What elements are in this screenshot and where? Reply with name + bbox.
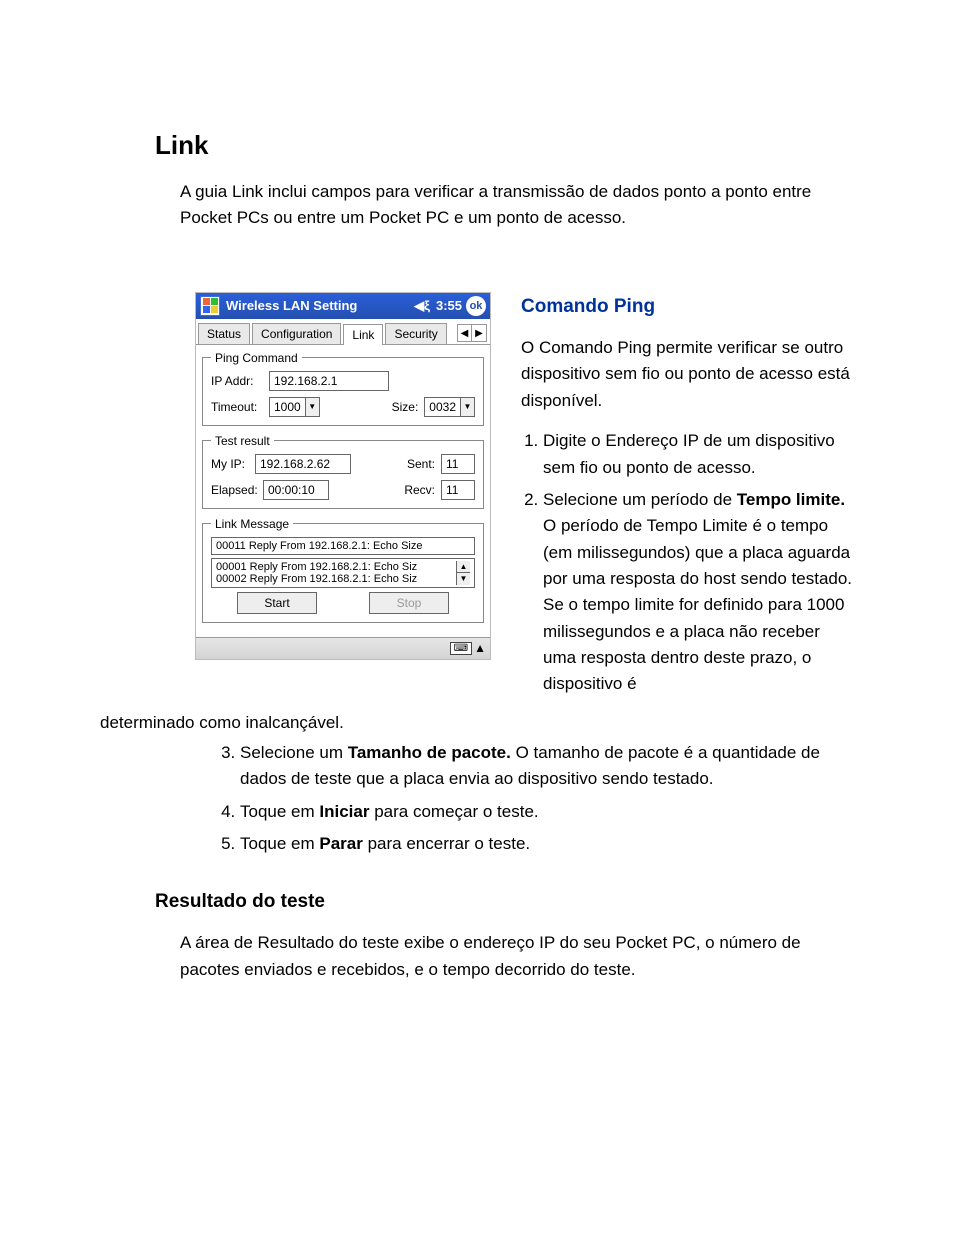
tab-scroll-arrows[interactable]: ◀ ▶ [457,324,487,342]
chevron-down-icon: ▼ [305,398,319,416]
link-message-log[interactable]: 00001 Reply From 192.168.2.1: Echo Siz 0… [211,558,475,588]
test-result-group: Test result My IP: Sent: Elapsed: Recv: [202,434,484,509]
timeout-label: Timeout: [211,400,269,414]
clock-time: 3:55 [436,298,462,313]
step-3: Selecione um Tamanho de pacote. O tamanh… [240,740,854,793]
windows-logo-icon [200,296,220,316]
ip-addr-label: IP Addr: [211,374,269,388]
step-4: Toque em Iniciar para começar o teste. [240,799,854,825]
test-result-legend: Test result [211,434,274,448]
link-message-group: Link Message 00011 Reply From 192.168.2.… [202,517,484,623]
log-line: 00001 Reply From 192.168.2.1: Echo Siz [216,561,456,573]
link-message-legend: Link Message [211,517,293,531]
step-2: Selecione um período de Tempo limite. O … [543,487,854,698]
resultado-paragraph: A área de Resultado do teste exibe o end… [180,930,814,983]
app-title: Wireless LAN Setting [226,298,357,313]
ping-command-legend: Ping Command [211,351,302,365]
myip-input[interactable] [255,454,351,474]
tab-bar: Status Configuration Link Security ◀ ▶ [196,319,490,345]
start-button[interactable]: Start [237,592,317,614]
myip-label: My IP: [211,457,255,471]
bottom-bar: ⌨ ▲ [196,637,490,659]
sent-label: Sent: [407,457,435,471]
size-label: Size: [392,400,419,414]
resultado-heading: Resultado do teste [155,891,854,913]
page-title: Link [155,130,854,161]
log-line: 00002 Reply From 192.168.2.1: Echo Siz [216,573,456,585]
elapsed-input[interactable] [263,480,329,500]
step-5: Toque em Parar para encerrar o teste. [240,831,854,857]
ok-button[interactable]: ok [466,296,486,316]
tab-left-icon[interactable]: ◀ [458,325,472,341]
tab-right-icon[interactable]: ▶ [472,325,486,341]
intro-paragraph: A guia Link inclui campos para verificar… [180,179,814,232]
tab-security[interactable]: Security [385,323,446,344]
sent-input[interactable] [441,454,475,474]
scroll-up-icon[interactable]: ▲ [457,561,470,574]
tab-link[interactable]: Link [343,324,383,345]
keyboard-icon[interactable]: ⌨ [450,642,472,655]
recv-label: Recv: [404,483,435,497]
step-2-continuation: determinado como inalcançável. [100,710,854,736]
recv-input[interactable] [441,480,475,500]
elapsed-label: Elapsed: [211,483,263,497]
menu-up-icon[interactable]: ▲ [474,641,486,655]
tab-status[interactable]: Status [198,323,250,344]
ip-addr-input[interactable] [269,371,389,391]
pocketpc-screenshot: Wireless LAN Setting ◀ξ 3:55 ok Status C… [195,292,491,660]
tab-configuration[interactable]: Configuration [252,323,341,344]
volume-icon: ◀ξ [414,298,430,314]
link-message-current: 00011 Reply From 192.168.2.1: Echo Size [211,537,475,555]
scrollbar[interactable]: ▲ ▼ [456,561,470,585]
titlebar: Wireless LAN Setting ◀ξ 3:55 ok [196,293,490,319]
comando-ping-heading: Comando Ping [521,292,854,321]
size-select[interactable]: 0032▼ [424,397,475,417]
stop-button[interactable]: Stop [369,592,449,614]
ping-command-group: Ping Command IP Addr: Timeout: 1000▼ Siz… [202,351,484,426]
chevron-down-icon: ▼ [460,398,474,416]
timeout-select[interactable]: 1000▼ [269,397,320,417]
step-1: Digite o Endereço IP de um dispositivo s… [543,428,854,481]
comando-ping-intro: O Comando Ping permite verificar se outr… [521,335,854,414]
scroll-down-icon[interactable]: ▼ [457,573,470,585]
